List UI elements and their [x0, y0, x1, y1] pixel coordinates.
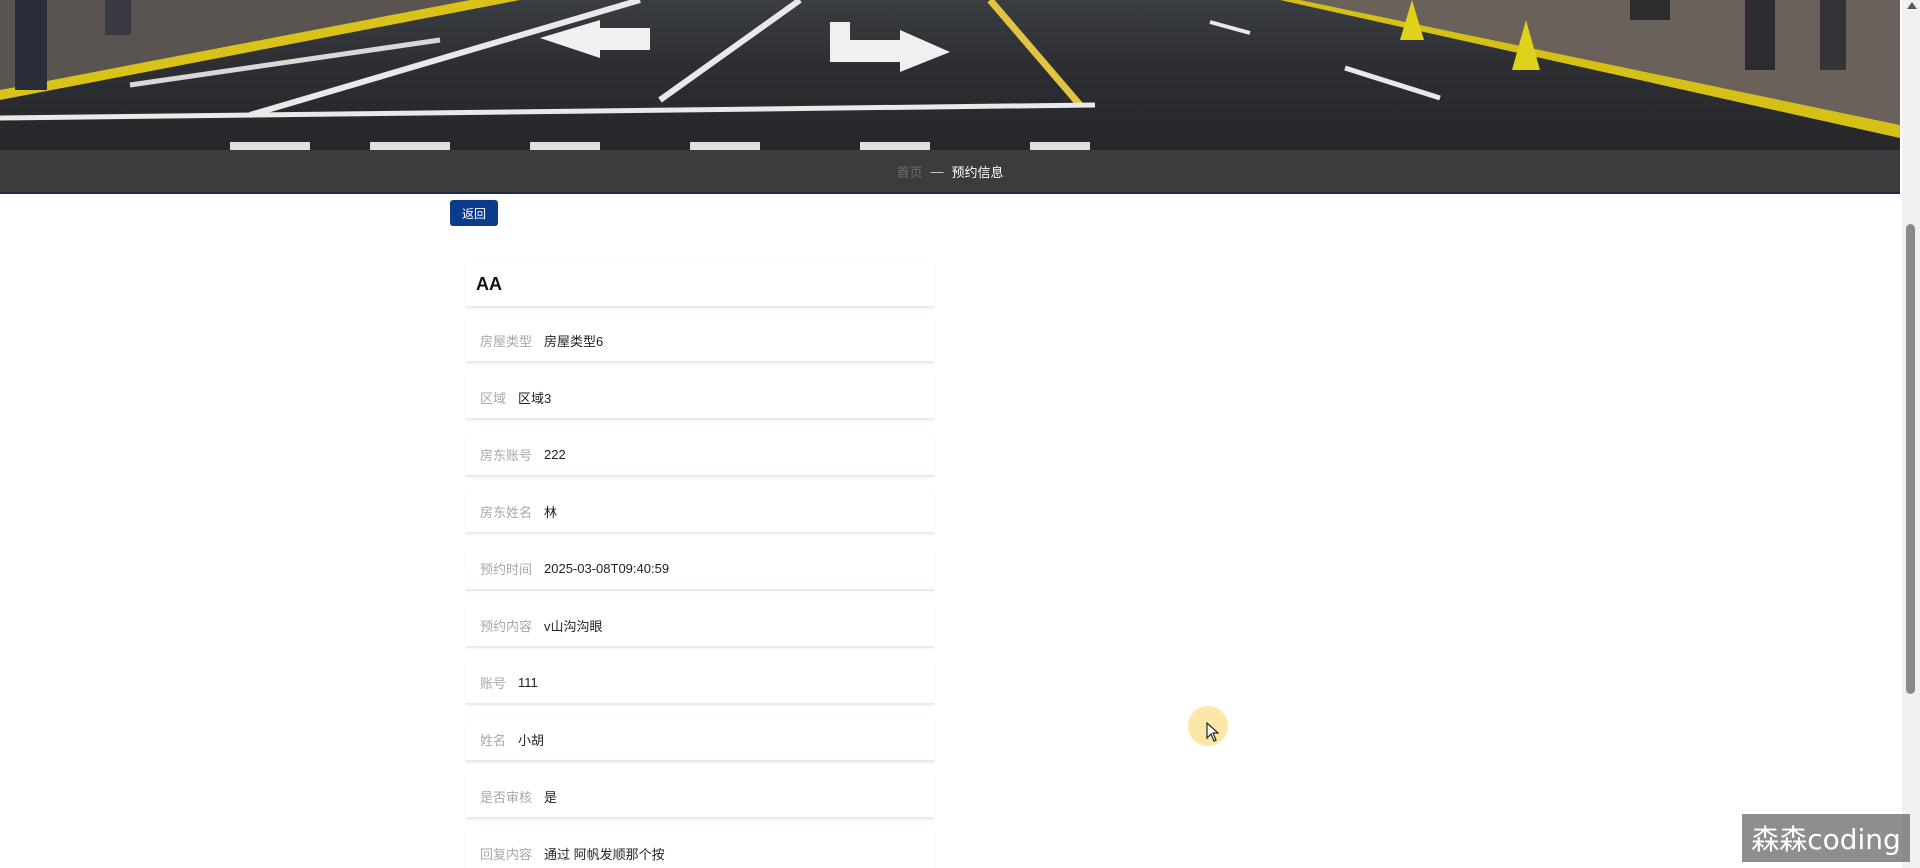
field-label: 房东姓名: [480, 505, 533, 520]
detail-row-reviewed: 是否审核 是: [466, 776, 934, 819]
breadcrumb: 首页 — 预约信息: [0, 150, 1900, 194]
detail-row-booking-content: 预约内容 v山沟沟眼: [466, 605, 934, 648]
field-label: 预约内容: [480, 619, 533, 634]
caret-up-icon[interactable]: [1907, 2, 1917, 9]
breadcrumb-current: 预约信息: [951, 164, 1004, 180]
detail-row-name: 姓名 小胡: [466, 719, 934, 762]
field-value: 林: [544, 505, 558, 520]
watermark: 森森coding: [1742, 814, 1910, 862]
detail-row-house-type: 房屋类型 房屋类型6: [466, 320, 934, 363]
detail-row-landlord-account: 房东账号 222: [466, 434, 934, 477]
field-label: 房东账号: [480, 448, 533, 463]
breadcrumb-separator: —: [930, 163, 944, 179]
field-label: 姓名: [480, 733, 507, 748]
detail-title: AA: [466, 262, 934, 308]
detail-row-booking-time: 预约时间 2025-03-08T09:40:59: [466, 548, 934, 591]
page: 首页 — 预约信息 返回 AA 房屋类型 房屋类型6 区域 区域3 房东账号 2…: [0, 0, 1920, 868]
detail-row-reply: 回复内容 通过 阿帆发顺那个按: [466, 833, 934, 868]
field-value: 2025-03-08T09:40:59: [544, 561, 670, 576]
field-value: 222: [544, 447, 566, 462]
detail-row-landlord-name: 房东姓名 林: [466, 491, 934, 534]
detail-row-region: 区域 区域3: [466, 377, 934, 420]
field-label: 房屋类型: [480, 334, 533, 349]
vertical-scrollbar[interactable]: [1902, 0, 1920, 868]
field-value: 通过 阿帆发顺那个按: [544, 847, 665, 862]
scrollbar-thumb[interactable]: [1906, 224, 1915, 694]
field-label: 账号: [480, 676, 507, 691]
field-label: 是否审核: [480, 790, 533, 805]
pointer-arrow-icon: [1206, 722, 1220, 742]
detail-row-account: 账号 111: [466, 662, 934, 705]
field-value: 小胡: [518, 733, 545, 748]
breadcrumb-home-link[interactable]: 首页: [896, 162, 922, 181]
field-value: 111: [518, 675, 538, 690]
field-value: 房屋类型6: [544, 334, 604, 349]
field-value: 是: [544, 790, 558, 805]
field-value: v山沟沟眼: [544, 619, 603, 634]
field-label: 回复内容: [480, 847, 533, 862]
back-button[interactable]: 返回: [450, 200, 498, 226]
field-label: 区域: [480, 391, 507, 406]
banner-image: [0, 0, 1900, 150]
field-label: 预约时间: [480, 562, 533, 577]
field-value: 区域3: [518, 391, 552, 406]
detail-panel: AA 房屋类型 房屋类型6 区域 区域3 房东账号 222 房东姓名 林 预约时…: [466, 262, 934, 868]
